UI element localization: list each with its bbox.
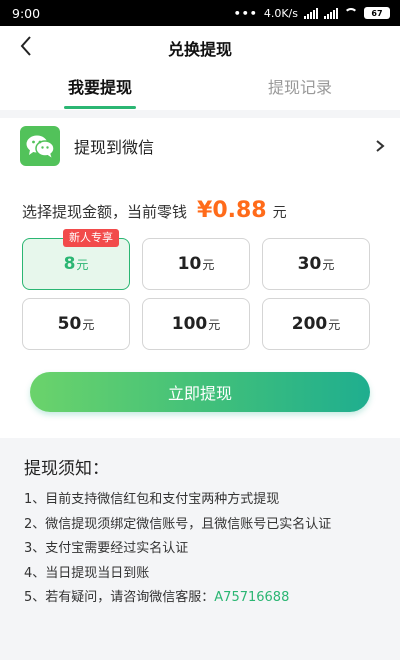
amount-option-200[interactable]: 200 元 [262, 298, 370, 350]
withdraw-method-row[interactable]: 提现到微信 [0, 118, 400, 174]
amount-option-value: 8 [63, 254, 76, 274]
notice-item: 3、支付宝需要经过实名认证 [24, 541, 189, 556]
wechat-icon [20, 126, 60, 166]
withdraw-now-button[interactable]: 立即提现 [30, 372, 370, 412]
battery-icon: 67 [364, 7, 390, 19]
chevron-right-icon [376, 140, 385, 152]
notice-item-text: 5、若有疑问，请咨询微信客服： [24, 590, 215, 605]
amount-option-unit: 元 [76, 258, 89, 272]
notice-item: 2、微信提现须绑定微信账号，且微信账号已实名认证 [24, 516, 332, 532]
amount-option-unit: 元 [82, 318, 95, 332]
network-speed: 4.0K/s [263, 6, 298, 20]
withdraw-card: 提现到微信 选择提现金额，当前零钱 ¥0.88 元 新人专享 8元 10 元 30… [0, 118, 400, 438]
support-contact-id: A75716688 [214, 590, 290, 605]
withdraw-method-label: 提现到微信 [74, 138, 155, 157]
notice-list: 1、目前支持微信红包和支付宝两种方式提现 2、微信提现须绑定微信账号，且微信账号… [24, 488, 384, 611]
notice-item: 4、当日提现当日到账 [24, 565, 150, 581]
withdraw-notice: 提现须知： 1、目前支持微信红包和支付宝两种方式提现 2、微信提现须绑定微信账号… [0, 448, 400, 660]
amount-option-8[interactable]: 新人专享 8元 [22, 229, 130, 290]
notice-title: 提现须知： [24, 459, 109, 479]
status-indicators: ••• 4.0K/s 67 [234, 7, 390, 20]
active-tab-indicator [64, 106, 136, 109]
notice-item: 1、目前支持微信红包和支付宝两种方式提现 [24, 492, 280, 507]
notification-dots: ••• [233, 6, 258, 20]
page-title: 兑换提现 [167, 40, 232, 59]
amount-option-unit: 元 [328, 318, 341, 332]
signal-icon-2 [324, 7, 338, 19]
amount-option-value: 30 [297, 254, 322, 274]
balance-prompt: 选择提现金额，当前零钱 [22, 203, 188, 221]
amount-option-value: 200 [291, 314, 328, 334]
amount-option-value: 10 [177, 254, 202, 274]
amount-option-value: 100 [171, 314, 208, 334]
tab-withdraw[interactable]: 我要提现 [0, 74, 200, 98]
status-bar: 9:00 ••• 4.0K/s 67 [0, 0, 400, 26]
amount-option-unit: 元 [208, 318, 221, 332]
signal-icon [304, 7, 318, 19]
balance-unit: 元 [272, 205, 287, 221]
amount-option-10[interactable]: 10 元 [142, 238, 250, 290]
notice-item: 5、若有疑问，请咨询微信客服：A75716688 [24, 586, 384, 611]
tab-bar: 我要提现 提现记录 [0, 66, 400, 110]
amount-option-unit: 元 [202, 258, 215, 272]
amount-option-unit: 元 [322, 258, 335, 272]
balance-value: ¥0.88 [197, 198, 267, 223]
amount-option-100[interactable]: 100 元 [142, 298, 250, 350]
nav-bar: 兑换提现 [0, 26, 400, 66]
balance-line: 选择提现金额，当前零钱 ¥0.88 元 [22, 198, 287, 223]
amount-option-30[interactable]: 30 元 [262, 238, 370, 290]
amount-option-50[interactable]: 50 元 [22, 298, 130, 350]
amount-options: 新人专享 8元 10 元 30 元 50 元 100 元 200 元 [22, 229, 370, 352]
amount-option-value: 50 [57, 314, 82, 334]
new-user-badge: 新人专享 [63, 229, 119, 247]
status-time: 9:00 [12, 5, 41, 21]
tab-withdraw-records[interactable]: 提现记录 [200, 74, 400, 98]
wifi-icon [344, 8, 358, 18]
